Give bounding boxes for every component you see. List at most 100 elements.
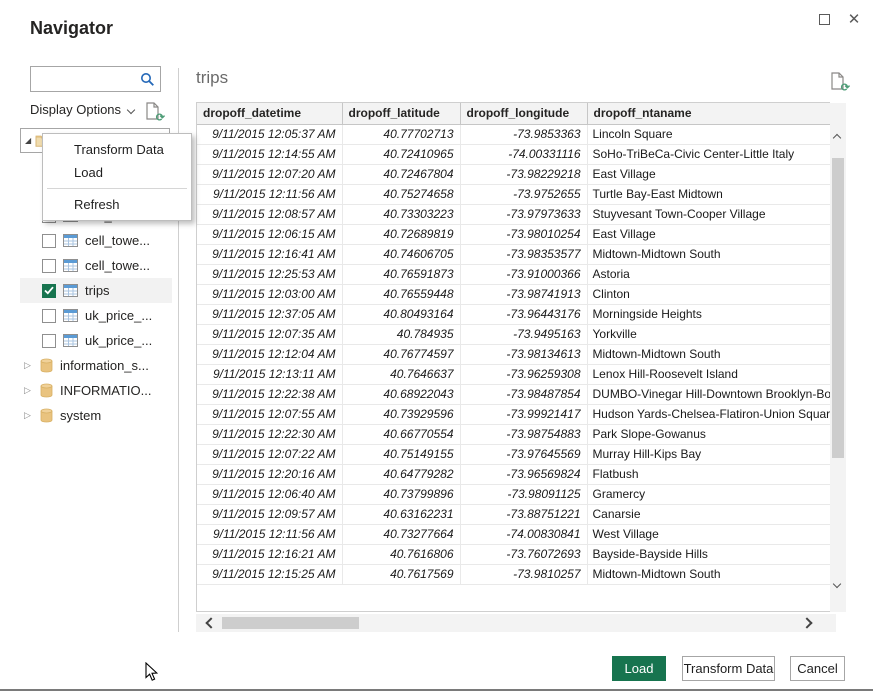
checkbox-unchecked[interactable] [42, 234, 56, 248]
database-icon [40, 358, 53, 373]
table-cell: 9/11/2015 12:16:21 AM [197, 544, 342, 564]
context-menu: Transform Data Load Refresh [42, 133, 192, 221]
scroll-up-icon[interactable] [833, 134, 841, 142]
refresh-list-icon[interactable]: ⟳ [146, 102, 162, 122]
column-header-dropoff-ntaname[interactable]: dropoff_ntaname [587, 103, 830, 124]
table-cell: Morningside Heights [587, 304, 830, 324]
table-cell: Flatbush [587, 464, 830, 484]
tree-item-uk-price-2[interactable]: uk_price_... [20, 328, 172, 353]
table-cell: East Village [587, 224, 830, 244]
search-icon[interactable] [140, 72, 155, 87]
table-icon [63, 309, 78, 322]
table-cell: 40.784935 [342, 324, 460, 344]
cancel-button[interactable]: Cancel [790, 656, 845, 681]
tree-item-label: uk_price_... [85, 333, 152, 348]
table-cell: -73.99921417 [460, 404, 587, 424]
menu-item-load[interactable]: Load [43, 161, 191, 184]
database-icon [40, 408, 53, 423]
column-header-dropoff-longitude[interactable]: dropoff_longitude [460, 103, 587, 124]
table-cell: 40.76591873 [342, 264, 460, 284]
collapsed-arrow-icon[interactable]: ▷ [24, 385, 36, 396]
table-cell: 9/11/2015 12:14:55 AM [197, 144, 342, 164]
scroll-right-icon[interactable] [801, 617, 812, 628]
table-cell: 9/11/2015 12:09:57 AM [197, 504, 342, 524]
table-cell: -73.91000366 [460, 264, 587, 284]
table-cell: 9/11/2015 12:07:35 AM [197, 324, 342, 344]
display-options-label: Display Options [30, 102, 121, 117]
close-icon: ✕ [848, 12, 861, 27]
vertical-scrollbar-thumb[interactable] [832, 158, 844, 458]
refresh-preview-icon[interactable]: ⟳ [831, 72, 847, 92]
table-row: 9/11/2015 12:07:20 AM40.72467804-73.9822… [197, 164, 830, 184]
table-cell: 40.72467804 [342, 164, 460, 184]
table-row: 9/11/2015 12:11:56 AM40.73277664-74.0083… [197, 524, 830, 544]
checkbox-checked[interactable] [42, 284, 56, 298]
tree-item-cell-towe-2[interactable]: cell_towe... [20, 228, 172, 253]
table-cell: Murray Hill-Kips Bay [587, 444, 830, 464]
menu-item-refresh[interactable]: Refresh [43, 193, 191, 216]
table-cell: 40.7616806 [342, 544, 460, 564]
table-cell: 9/11/2015 12:20:16 AM [197, 464, 342, 484]
horizontal-scrollbar-thumb[interactable] [222, 617, 359, 629]
display-options-dropdown[interactable]: Display Options [30, 102, 134, 117]
table-cell: 9/11/2015 12:16:41 AM [197, 244, 342, 264]
menu-separator [47, 188, 187, 189]
navigation-tree: cell_towe... cell_towe... cell_towe... t… [20, 203, 172, 428]
table-cell: 40.73799896 [342, 484, 460, 504]
vertical-scrollbar[interactable] [830, 103, 846, 612]
table-cell: 40.72689819 [342, 224, 460, 244]
menu-item-transform-data[interactable]: Transform Data [43, 138, 191, 161]
checkbox-unchecked[interactable] [42, 259, 56, 273]
table-cell: 9/11/2015 12:13:11 AM [197, 364, 342, 384]
expand-arrow-icon[interactable]: ◢ [25, 136, 31, 145]
table-cell: 40.74606705 [342, 244, 460, 264]
table-cell: 9/11/2015 12:08:57 AM [197, 204, 342, 224]
horizontal-scrollbar[interactable] [196, 614, 836, 632]
column-header-dropoff-datetime[interactable]: dropoff_datetime [197, 103, 342, 124]
table-cell: Lenox Hill-Roosevelt Island [587, 364, 830, 384]
collapsed-arrow-icon[interactable]: ▷ [24, 360, 36, 371]
scroll-left-icon[interactable] [205, 617, 216, 628]
maximize-button[interactable] [813, 8, 835, 30]
table-cell: 40.66770554 [342, 424, 460, 444]
scroll-down-icon[interactable] [833, 580, 841, 588]
table-cell: Midtown-Midtown South [587, 244, 830, 264]
table-row: 9/11/2015 12:08:57 AM40.73303223-73.9797… [197, 204, 830, 224]
table-cell: Lincoln Square [587, 124, 830, 144]
table-cell: 40.76559448 [342, 284, 460, 304]
collapsed-arrow-icon[interactable]: ▷ [24, 410, 36, 421]
close-button[interactable]: ✕ [843, 8, 865, 30]
table-cell: -73.96569824 [460, 464, 587, 484]
table-cell: -73.76072693 [460, 544, 587, 564]
tree-item-label: cell_towe... [85, 258, 150, 273]
tree-item-information-schema[interactable]: ▷ information_s... [20, 353, 172, 378]
search-input[interactable] [35, 68, 139, 90]
navigator-dialog: Navigator ✕ Display Options ⟳ ◢ cell_tow… [0, 0, 873, 691]
table-row: 9/11/2015 12:22:38 AM40.68922043-73.9848… [197, 384, 830, 404]
tree-item-trips[interactable]: trips [20, 278, 172, 303]
table-cell: -73.98754883 [460, 424, 587, 444]
table-cell: -73.98010254 [460, 224, 587, 244]
table-cell: Midtown-Midtown South [587, 564, 830, 584]
tree-item-information-schema-upper[interactable]: ▷ INFORMATIO... [20, 378, 172, 403]
preview-table-body: 9/11/2015 12:05:37 AM40.77702713-73.9853… [197, 124, 830, 584]
table-row: 9/11/2015 12:25:53 AM40.76591873-73.9100… [197, 264, 830, 284]
table-cell: 40.75149155 [342, 444, 460, 464]
tree-item-system[interactable]: ▷ system [20, 403, 172, 428]
table-cell: -74.00331116 [460, 144, 587, 164]
checkbox-unchecked[interactable] [42, 309, 56, 323]
table-cell: 40.7617569 [342, 564, 460, 584]
table-cell: 40.68922043 [342, 384, 460, 404]
checkbox-unchecked[interactable] [42, 334, 56, 348]
table-row: 9/11/2015 12:20:16 AM40.64779282-73.9656… [197, 464, 830, 484]
table-cell: 9/11/2015 12:07:22 AM [197, 444, 342, 464]
table-cell: 9/11/2015 12:11:56 AM [197, 184, 342, 204]
table-cell: Clinton [587, 284, 830, 304]
tree-item-label: information_s... [60, 358, 149, 373]
column-header-dropoff-latitude[interactable]: dropoff_latitude [342, 103, 460, 124]
transform-data-button[interactable]: Transform Data [682, 656, 775, 681]
load-button[interactable]: Load [612, 656, 666, 681]
tree-item-cell-towe-3[interactable]: cell_towe... [20, 253, 172, 278]
tree-item-uk-price-1[interactable]: uk_price_... [20, 303, 172, 328]
table-row: 9/11/2015 12:03:00 AM40.76559448-73.9874… [197, 284, 830, 304]
